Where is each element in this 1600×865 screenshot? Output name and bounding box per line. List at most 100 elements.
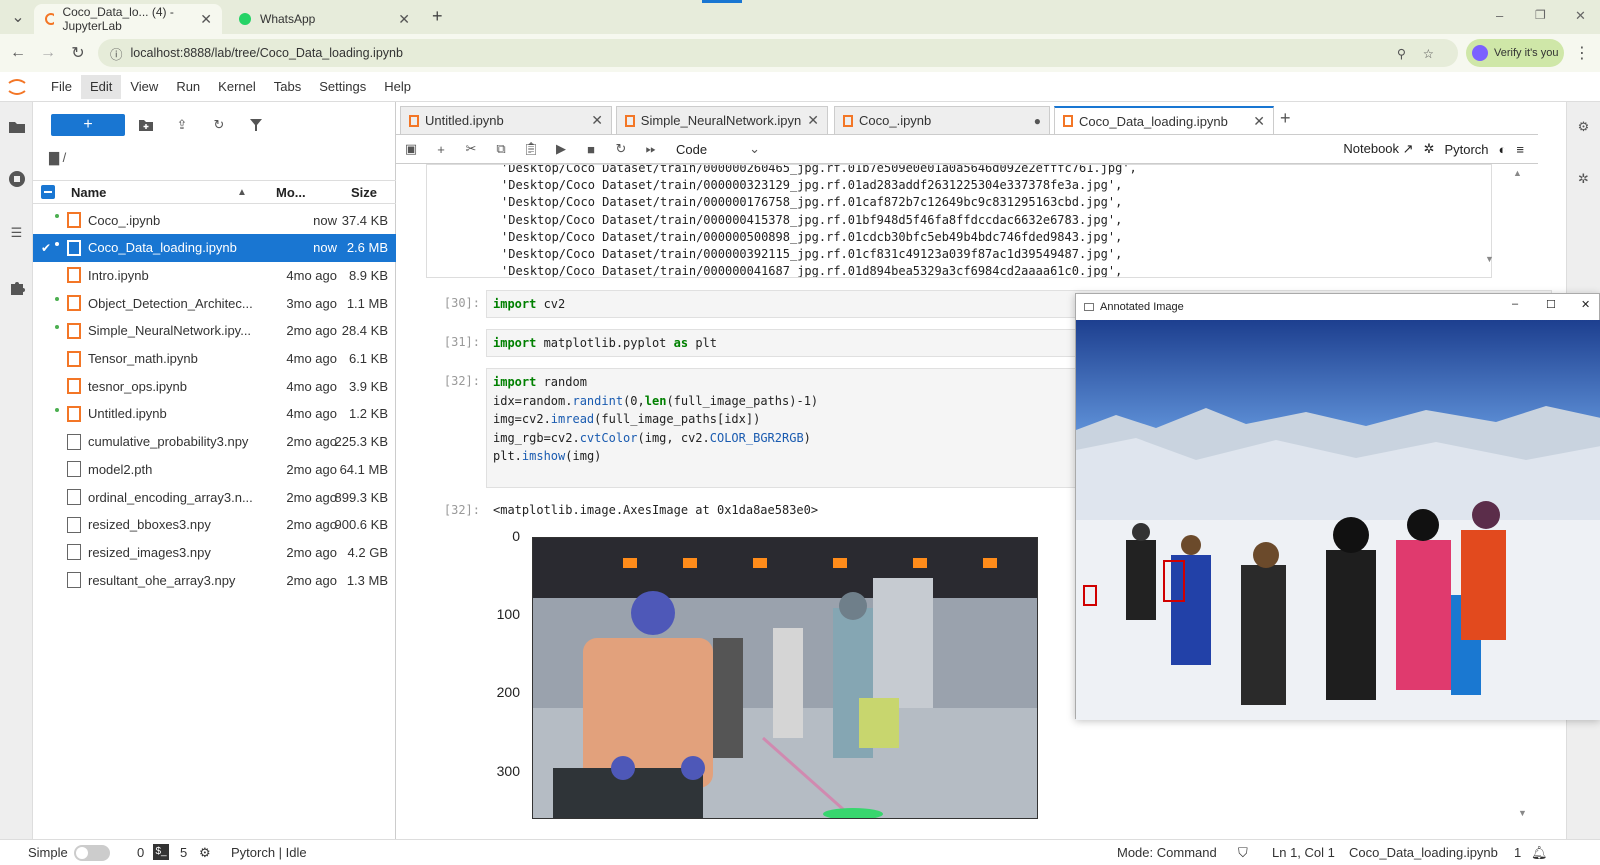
menu-tabs[interactable]: Tabs	[265, 75, 310, 99]
save-icon[interactable]: ▣	[396, 135, 426, 163]
browser-tab-whatsapp[interactable]: WhatsApp ✕	[228, 4, 420, 34]
terminal-count[interactable]: 0	[137, 845, 144, 860]
minimize-icon[interactable]: –	[1512, 298, 1518, 310]
new-tab-button[interactable]: +	[432, 6, 443, 27]
fast-forward-icon[interactable]: ⏩︎	[636, 135, 666, 163]
window-titlebar[interactable]: Annotated Image – ☐ ✕	[1076, 294, 1600, 320]
table-of-contents-icon[interactable]: ☰	[0, 218, 33, 248]
column-modified[interactable]: Mo...	[276, 185, 306, 200]
cursor-position[interactable]: Ln 1, Col 1	[1272, 845, 1335, 860]
close-icon[interactable]: ✕	[591, 112, 603, 129]
file-list-item[interactable]: Tensor_math.ipynb 4mo ago 6.1 KB	[33, 345, 396, 373]
new-tab-button[interactable]: +	[1280, 108, 1291, 129]
address-bar[interactable]: ⓘ localhost:8888/lab/tree/Coco_Data_load…	[98, 39, 1458, 67]
cell-type-select[interactable]: Code ⌄	[670, 138, 766, 160]
property-inspector-icon[interactable]: ≡	[1516, 142, 1524, 157]
file-list-item[interactable]: ordinal_encoding_array3.n... 2mo ago 899.3…	[33, 483, 396, 511]
select-all-checkbox[interactable]	[41, 185, 55, 199]
running-kernels-icon[interactable]	[0, 164, 33, 194]
cut-icon[interactable]: ✂	[456, 135, 486, 163]
insert-cell-icon[interactable]: +	[426, 135, 456, 163]
file-list-item[interactable]: ✔ Coco_Data_loading.ipynb now 2.6 MB	[33, 233, 396, 262]
breadcrumb-root[interactable]: /	[63, 150, 67, 165]
menu-run[interactable]: Run	[167, 75, 209, 99]
kernel-status[interactable]: Pytorch | Idle	[231, 845, 307, 860]
open-notebook-link[interactable]: Notebook ↗	[1343, 141, 1413, 157]
extensions-icon[interactable]	[0, 272, 33, 302]
new-launcher-button[interactable]: +	[51, 114, 125, 136]
kernel-name-button[interactable]: Pytorch	[1444, 142, 1488, 157]
scroll-down-icon[interactable]: ▼	[1518, 808, 1527, 818]
notification-count[interactable]: 1	[1514, 845, 1521, 860]
doc-tab-coco-data-loading[interactable]: Coco_Data_loading.ipynb ✕	[1054, 106, 1274, 134]
file-list-item[interactable]: model2.pth 2mo ago 64.1 MB	[33, 455, 396, 483]
paste-icon[interactable]: 📋︎	[516, 135, 546, 163]
close-icon[interactable]: ✕	[807, 112, 819, 129]
restore-icon[interactable]: ❐	[1535, 8, 1546, 22]
column-name[interactable]: Name	[71, 185, 106, 200]
back-icon[interactable]: ←	[4, 39, 32, 67]
debugger-bug-icon[interactable]: ✲	[1424, 141, 1435, 157]
file-list-item[interactable]: resized_bboxes3.npy 2mo ago 900.6 KB	[33, 511, 396, 539]
copy-icon[interactable]: ⧉	[486, 135, 516, 163]
forward-icon[interactable]: →	[34, 39, 62, 67]
menu-file[interactable]: File	[42, 75, 81, 99]
scroll-up-icon[interactable]: ▲	[1513, 168, 1522, 178]
bell-icon[interactable]: 🔔︎	[1531, 845, 1548, 861]
doc-tab-coco[interactable]: Coco_.ipynb ●	[834, 106, 1050, 134]
close-icon[interactable]: ✕	[200, 11, 212, 28]
notebook-icon	[67, 267, 81, 284]
file-size: 2.6 MB	[346, 240, 388, 256]
file-list-item[interactable]: Intro.ipynb 4mo ago 8.9 KB	[33, 261, 396, 289]
new-folder-icon[interactable]	[135, 114, 157, 136]
column-size[interactable]: Size	[351, 185, 377, 200]
tab-list-chevron-icon[interactable]: ⌄	[4, 3, 32, 31]
zoom-icon[interactable]: ⚲	[1397, 46, 1406, 61]
file-list-item[interactable]: Simple_NeuralNetwork.ipy... 2mo ago 28.4 K…	[33, 317, 396, 345]
menu-settings[interactable]: Settings	[310, 75, 375, 99]
kernel-count[interactable]: 5	[180, 845, 187, 860]
menu-edit[interactable]: Edit	[80, 74, 122, 99]
settings-gear-icon[interactable]: ⚙	[1567, 112, 1600, 142]
file-size: 900.6 KB	[334, 517, 389, 533]
menu-kernel[interactable]: Kernel	[209, 75, 265, 99]
upload-icon[interactable]: ⇪	[171, 114, 193, 136]
scroll-down-icon[interactable]: ▼	[1485, 254, 1494, 264]
site-info-icon[interactable]: ⓘ	[110, 44, 123, 63]
menu-view[interactable]: View	[121, 75, 167, 99]
run-icon[interactable]: ▶	[546, 135, 576, 163]
close-icon[interactable]: ✕	[398, 11, 410, 28]
file-list-item[interactable]: resultant_ohe_array3.npy 2mo ago 1.3 MB	[33, 566, 396, 594]
browser-menu-icon[interactable]: ⋮	[1568, 39, 1596, 67]
debugger-bug-icon[interactable]: ✲	[1567, 164, 1600, 194]
browser-tab-jupyterlab[interactable]: Coco_Data_lo... (4) - JupyterLab ✕	[34, 4, 222, 34]
menu-help[interactable]: Help	[375, 75, 420, 99]
filter-icon[interactable]	[245, 114, 267, 136]
trusted-shield-icon[interactable]: ⛉	[1238, 845, 1248, 861]
restart-icon[interactable]: ↻	[606, 135, 636, 163]
verify-profile-button[interactable]: Verify it's you	[1466, 39, 1564, 67]
minimize-icon[interactable]: –	[1496, 8, 1503, 23]
file-list-item[interactable]: resized_images3.npy 2mo ago 4.2 GB	[33, 538, 396, 566]
window-close-icon[interactable]: ✕	[1575, 8, 1586, 24]
selected-check-icon[interactable]: ✔	[41, 241, 51, 255]
close-icon[interactable]: ✕	[1253, 113, 1265, 130]
file-list-item[interactable]: Object_Detection_Architec... 3mo ago 1.1 M…	[33, 289, 396, 317]
doc-tab-untitled[interactable]: Untitled.ipynb ✕	[400, 106, 612, 134]
doc-tab-simple-neuralnetwork[interactable]: Simple_NeuralNetwork.ipynb ✕	[616, 106, 828, 134]
window-close-icon[interactable]: ✕	[1581, 298, 1590, 311]
file-list-item[interactable]: Coco_.ipynb now 37.4 KB	[33, 206, 396, 234]
unsaved-dot-icon[interactable]: ●	[1034, 114, 1041, 128]
maximize-icon[interactable]: ☐	[1546, 298, 1556, 311]
simple-mode-toggle[interactable]	[74, 845, 110, 861]
file-list-item[interactable]: Untitled.ipynb 4mo ago 1.2 KB	[33, 400, 396, 428]
breadcrumb[interactable]: ▇ /	[49, 150, 66, 166]
reload-icon[interactable]: ↻	[64, 39, 92, 67]
file-list-item[interactable]: cumulative_probability3.npy 2mo ago 225.3 …	[33, 428, 396, 456]
stop-icon[interactable]: ■	[576, 135, 606, 163]
bookmark-star-icon[interactable]: ☆	[1423, 46, 1434, 61]
file-list-item[interactable]: tesnor_ops.ipynb 4mo ago 3.9 KB	[33, 372, 396, 400]
refresh-icon[interactable]: ↻	[208, 114, 230, 136]
browser-toolbar: ← → ↻ ⓘ localhost:8888/lab/tree/Coco_Dat…	[0, 34, 1600, 72]
folder-icon[interactable]	[0, 112, 33, 142]
